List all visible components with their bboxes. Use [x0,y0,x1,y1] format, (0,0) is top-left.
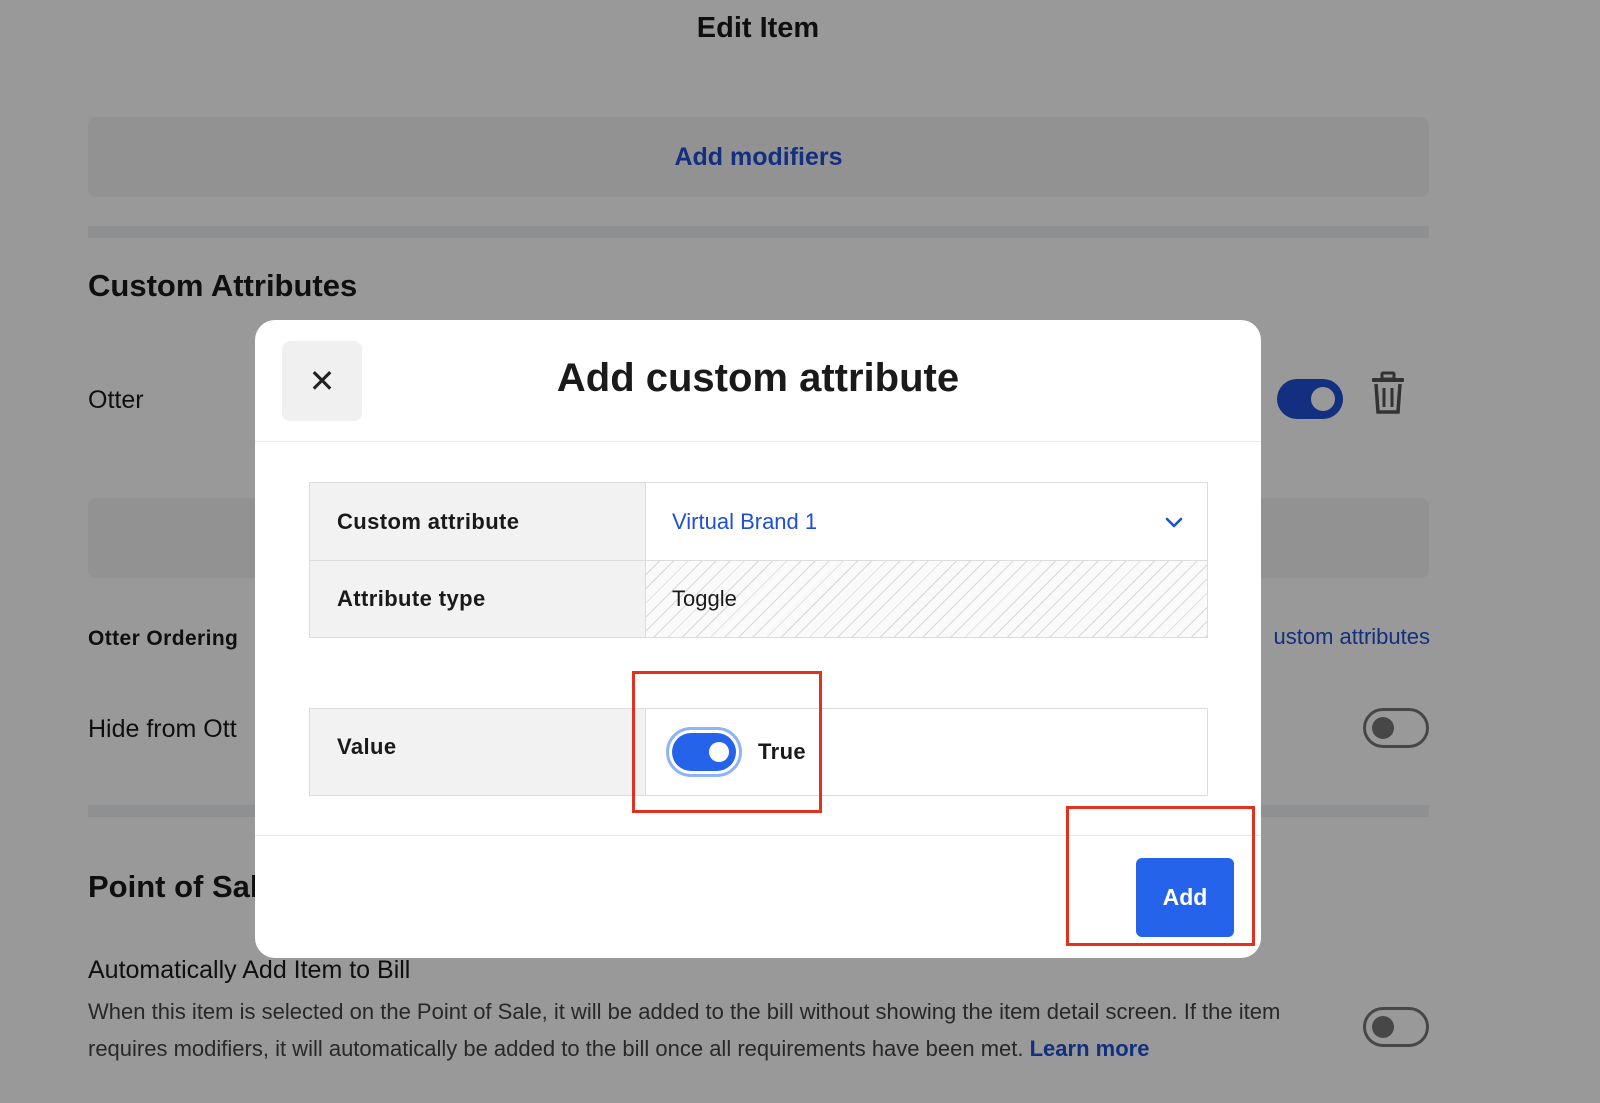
modal-header: ✕ Add custom attribute [255,320,1261,442]
attribute-type-row: Attribute type Toggle [310,560,1207,637]
attribute-type-value: Toggle [646,561,1207,637]
custom-attribute-label: Custom attribute [310,483,646,560]
modal-title: Add custom attribute [556,356,960,400]
add-button-highlight-box [1066,806,1255,946]
custom-attribute-select[interactable]: Virtual Brand 1 [646,483,1207,560]
custom-attribute-row: Custom attribute Virtual Brand 1 [310,483,1207,560]
value-label: Value [310,709,646,795]
attribute-type-label: Attribute type [310,561,646,637]
chevron-down-icon [1165,517,1183,528]
custom-attribute-selected-value: Virtual Brand 1 [672,508,818,534]
toggle-highlight-box [632,671,822,813]
attribute-fields-table: Custom attribute Virtual Brand 1 Attribu… [309,482,1208,638]
